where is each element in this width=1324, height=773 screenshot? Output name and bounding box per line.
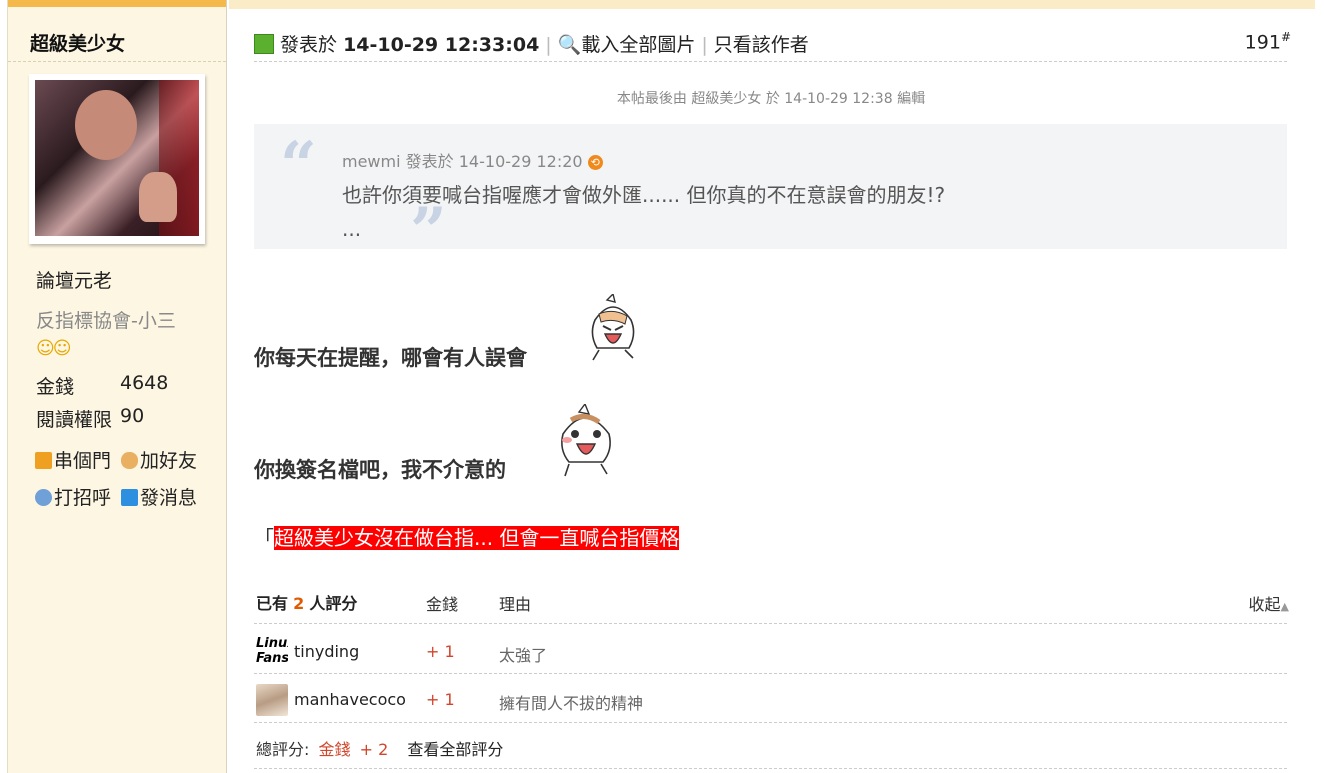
author-rank: 論壇元老	[36, 270, 113, 292]
quote-author: mewmi	[342, 152, 401, 171]
only-author-link[interactable]: 只看該作者	[714, 34, 809, 56]
triangle-up-icon: ▲	[1280, 600, 1289, 613]
author-avatar[interactable]	[29, 74, 205, 244]
post-body-line: 你換簽名檔吧，我不介意的	[254, 457, 506, 482]
post-content: 發表於 14-10-29 12:33:04 | 🔍載入全部圖片 | 只看該作者 191#…	[229, 0, 1315, 773]
stat-money: 金錢 4648	[36, 372, 169, 398]
rater-name[interactable]: tinyding	[294, 642, 359, 661]
load-all-images-link[interactable]: 載入全部圖片	[581, 34, 695, 56]
handshake-icon	[121, 452, 138, 469]
send-message-link[interactable]: 發消息	[121, 483, 197, 510]
rating-money: + 1	[426, 690, 455, 709]
view-all-ratings-link[interactable]: 查看全部評分	[407, 740, 503, 759]
home-icon	[35, 452, 52, 469]
add-friend-link[interactable]: 加好友	[121, 446, 197, 473]
avatar-image	[35, 80, 199, 236]
rating-row: Linux Fans tinyding + 1 太強了	[254, 626, 1287, 674]
quote-block: “ ” mewmi 發表於 14-10-29 12:20 ⟲ 也許你須要喊台指喔…	[254, 124, 1287, 269]
signature: 「超級美少女沒在做台指... 但會一直喊台指價格	[254, 526, 680, 550]
author-name[interactable]: 超級美少女	[8, 7, 226, 62]
visit-home-link[interactable]: 串個門	[35, 446, 111, 473]
rating-count: 2	[293, 594, 305, 613]
rating-money: + 1	[426, 642, 455, 661]
rating-col-reason: 理由	[499, 595, 532, 614]
wave-user-icon	[35, 489, 52, 506]
crying-onion-emoticon	[591, 294, 635, 361]
post-meta: 發表於 14-10-29 12:33:04 | 🔍載入全部圖片 | 只看該作者	[254, 30, 809, 57]
divider	[254, 722, 1287, 723]
magnifier-icon: 🔍	[557, 34, 582, 56]
rater-avatar[interactable]: Linux Fans	[256, 636, 288, 668]
signature-highlight: 超級美少女沒在做台指... 但會一直喊台指價格	[274, 526, 680, 550]
total-value: + 2	[359, 740, 389, 759]
rating-reason: 太強了	[499, 646, 548, 665]
post-body-line: 你每天在提醒，哪會有人誤會	[254, 345, 527, 370]
quote-open-icon: “	[280, 128, 317, 203]
rating-total: 總評分: 金錢 + 2 查看全部評分	[256, 740, 504, 759]
say-hello-link[interactable]: 打招呼	[35, 483, 111, 510]
quote-text: 也許你須要喊台指喔應才會做外匯...... 但你真的不在意誤會的朋友!? ...	[342, 183, 946, 241]
stat-read-permission: 閱讀權限 90	[36, 405, 145, 431]
laughing-onion-emoticon	[561, 404, 611, 477]
post-time: 14-10-29 12:33:04	[343, 34, 540, 56]
medal-smiley-icon: ☺☺	[36, 338, 72, 359]
rater-avatar[interactable]	[256, 684, 288, 716]
rating-header: 已有 2 人評分	[256, 594, 358, 613]
author-sidebar: 超級美少女 論壇元老 反指標協會-小三 ☺☺ 金錢 4648 閱讀權限 90 串…	[7, 0, 227, 773]
collapse-ratings-button[interactable]: 收起▲	[1249, 591, 1289, 615]
post-top-bar	[229, 0, 1315, 9]
jump-to-post-icon[interactable]: ⟲	[587, 155, 603, 170]
rater-name[interactable]: manhavecoco	[294, 690, 406, 709]
edit-note: 本帖最後由 超級美少女 於 14-10-29 12:38 編輯	[616, 91, 926, 107]
rating-col-money: 金錢	[426, 595, 459, 614]
floor-number[interactable]: 191#	[1245, 30, 1291, 53]
divider	[254, 623, 1287, 624]
mail-icon	[121, 489, 138, 506]
author-custom-title: 反指標協會-小三	[36, 310, 176, 332]
divider	[254, 61, 1287, 62]
divider	[254, 768, 1287, 769]
total-currency: 金錢	[318, 740, 351, 759]
online-user-icon	[254, 34, 274, 54]
sidebar-accent-bar	[8, 0, 226, 7]
rating-reason: 擁有間人不拔的精神	[499, 694, 644, 713]
rating-row: manhavecoco + 1 擁有間人不拔的精神	[254, 674, 1287, 722]
quote-header: mewmi 發表於 14-10-29 12:20 ⟲	[342, 148, 603, 172]
quote-time: 14-10-29 12:20	[458, 152, 583, 171]
